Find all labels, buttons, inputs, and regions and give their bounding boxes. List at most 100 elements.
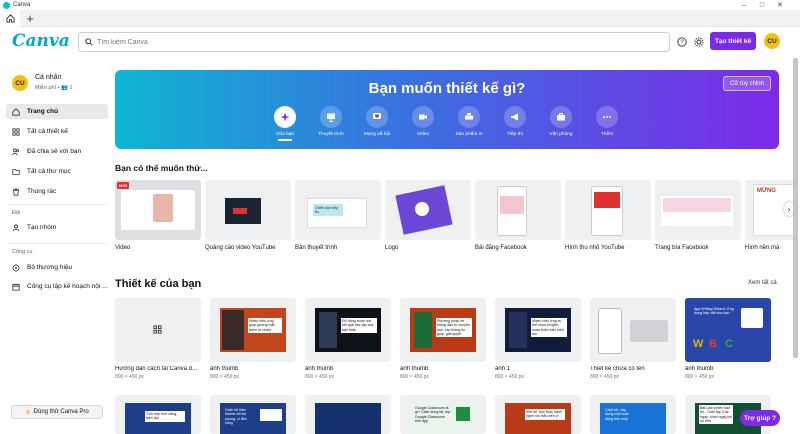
- category-marketing[interactable]: Tiếp thị: [490, 106, 540, 137]
- help-button[interactable]: Trợ giúp ?: [740, 410, 780, 426]
- design-card[interactable]: Hướng dẫn cách tải Canva đ... 800 × 450 …: [115, 298, 201, 380]
- design-size: 800 × 450 px: [590, 374, 620, 380]
- suggest-card-presentation[interactable]: Chiến dịch tiếp thị Bản thuyết trình: [295, 180, 381, 251]
- custom-size-button[interactable]: Cỡ tùy chỉnh: [723, 76, 771, 91]
- design-name: Hướng dẫn cách tải Canva đ...: [115, 366, 197, 372]
- window-title: Canva: [13, 2, 31, 8]
- sidebar-item-all-designs[interactable]: Tất cả thiết kế: [6, 124, 108, 139]
- suggest-card-youtube-ad[interactable]: Quảng cáo video YouTube: [205, 180, 291, 251]
- design-name: ảnh thumb: [400, 366, 429, 372]
- grid-icon: [153, 325, 162, 334]
- category-label: Văn phòng: [549, 132, 573, 137]
- design-card[interactable]: Nhiều hiệu ứng cụ thể chọn chuyên, hoàn …: [495, 298, 581, 380]
- category-social-media[interactable]: Mạng xã hội: [352, 106, 402, 137]
- category-label: Mạng xã hội: [363, 132, 391, 137]
- grid-icon: [12, 127, 20, 136]
- suggest-card-youtube-thumbnail[interactable]: Hình thu nhỏ YouTube: [565, 180, 651, 251]
- search-input[interactable]: [97, 38, 597, 46]
- suggest-card-logo[interactable]: Logo: [385, 180, 471, 251]
- sidebar-divider: [8, 204, 106, 205]
- category-label: Tiếp thị: [507, 132, 523, 137]
- thumb-text: Bật Lam phiên bản tối - Tuần lập 3 lại n…: [699, 405, 733, 425]
- sidebar-item-label: Trang chủ: [27, 108, 59, 115]
- sidebar-item-content-planner[interactable]: Công cụ lập kế hoạch nội ...: [6, 279, 108, 294]
- sidebar-item-label: Thùng rác: [27, 188, 57, 195]
- suggest-label: Quảng cáo video YouTube: [205, 245, 276, 251]
- design-card[interactable]: Tích hợp tính năng hiện đại: [115, 395, 201, 434]
- design-card[interactable]: Phương pháp hệ thống đầu tư chuyên sâu, …: [400, 298, 486, 380]
- folder-icon: [12, 168, 20, 175]
- design-card[interactable]: Thiết kế chưa có tên 800 × 450 px: [590, 298, 676, 380]
- tools-section-label: Công cụ: [12, 249, 33, 255]
- new-tab-button[interactable]: +: [20, 10, 40, 27]
- suggest-card-wallpaper[interactable]: MỪNG Hình nền má: [745, 180, 793, 251]
- search-box[interactable]: [78, 32, 670, 52]
- suggest-thumb: Chiến dịch tiếp thị: [295, 180, 381, 240]
- design-size: 800 × 450 px: [400, 374, 430, 380]
- video-icon: [419, 114, 427, 120]
- thumb-text: Chiến dịch tiếp thị: [313, 204, 343, 216]
- design-card[interactable]: Đổ dòng zoom sót kết quả học tập của bản…: [305, 298, 391, 380]
- sidebar-item-folders[interactable]: Tất cả thư mục: [6, 164, 108, 179]
- canva-logo[interactable]: Canva: [12, 31, 70, 51]
- try-pro-button[interactable]: ♛ Dùng thử Canva Pro: [11, 405, 103, 419]
- megaphone-icon: [511, 113, 518, 121]
- sidebar-item-label: Công cụ lập kế hoạch nội ...: [27, 283, 108, 290]
- svg-text:?: ?: [680, 40, 684, 46]
- sidebar-item-brand-kit[interactable]: Bộ thương hiệu: [6, 260, 108, 275]
- minimize-icon[interactable]: –: [736, 0, 752, 10]
- category-label: Thuyết trình: [318, 132, 344, 137]
- suggest-label: Bản thuyết trình: [295, 245, 338, 251]
- category-office[interactable]: Văn phòng: [536, 106, 586, 137]
- team-section-label: Đội: [12, 210, 21, 216]
- sidebar-item-home[interactable]: Trang chủ: [6, 104, 108, 119]
- design-card[interactable]: Nhiều hiệu ứng giúp gương mặt thêm tự nh…: [210, 298, 296, 380]
- thumb-text: Phương pháp hệ thống đầu tư chuyên sâu, …: [436, 318, 472, 338]
- thumb-text: Tích hợp tính năng hiện đại: [145, 411, 185, 422]
- close-icon[interactable]: ✕: [772, 0, 788, 10]
- account-avatar[interactable]: CU: [12, 75, 28, 91]
- suggest-card-facebook-post[interactable]: Bài đăng Facebook: [475, 180, 561, 251]
- design-thumb: Nhiều hiệu ứng cụ thể chọn chuyên, hoàn …: [495, 298, 581, 362]
- sidebar-divider: [8, 243, 106, 244]
- canva-app-icon: [3, 1, 10, 9]
- sparkle-icon: [280, 112, 290, 122]
- help-circle-icon[interactable]: ?: [676, 36, 688, 48]
- team-icon: [12, 224, 20, 231]
- suggest-title: Bạn có thể muốn thử...: [115, 163, 208, 173]
- maximize-icon[interactable]: □: [754, 0, 770, 10]
- sidebar-item-create-team[interactable]: Tạo nhóm: [6, 220, 108, 235]
- scrollbar[interactable]: [793, 58, 798, 358]
- design-card[interactable]: Viết lợi, học thực hành nghe nói hiểu tr…: [495, 395, 581, 434]
- more-icon: [603, 116, 611, 118]
- create-design-button[interactable]: Tạo thiết kế: [710, 32, 756, 50]
- home-tab[interactable]: [0, 9, 20, 27]
- category-for-you[interactable]: Cho bạn: [260, 106, 310, 141]
- thumb-text: Viết lợi, học thực hành nghe nói hiểu tr…: [525, 409, 565, 420]
- category-video[interactable]: Video: [398, 106, 448, 137]
- category-print[interactable]: Sản phẩm in: [444, 106, 494, 137]
- thumb-text: Nhiều hiệu ứng giúp gương mặt thêm tự nh…: [248, 318, 282, 333]
- design-card[interactable]: Cách tôi, xây dựng một hoạt động trên má…: [590, 395, 676, 434]
- suggest-card-video[interactable]: MỚI Video: [115, 180, 201, 251]
- sidebar-item-shared[interactable]: Đã chia sẻ với bạn: [6, 144, 108, 159]
- avatar[interactable]: CU: [764, 33, 780, 49]
- hero-title: Bạn muốn thiết kế gì?: [368, 80, 526, 97]
- design-card[interactable]: Cách tối hiệu Mobile bổ trợ phong, vì lắ…: [210, 395, 296, 434]
- design-card[interactable]: Google Classroom là gì? Cách dùng tài, l…: [400, 395, 486, 434]
- account-name[interactable]: Cá nhân: [35, 74, 61, 81]
- gear-icon[interactable]: [693, 36, 705, 48]
- design-name: ảnh 1: [495, 366, 511, 372]
- see-all-link[interactable]: Xem tất cả: [748, 280, 777, 286]
- category-more[interactable]: Thêm: [582, 106, 632, 137]
- design-name: ảnh thumb: [210, 366, 239, 372]
- design-card[interactable]: [305, 395, 391, 434]
- suggest-card-facebook-cover[interactable]: Trang bìa Facebook: [655, 180, 741, 251]
- sidebar-item-trash[interactable]: Thùng rác: [6, 184, 108, 199]
- design-card[interactable]: App Writing Wizard: Ứng dụng hấp viết ch…: [685, 298, 771, 380]
- suggest-label: Hình thu nhỏ YouTube: [565, 245, 625, 251]
- suggest-thumb: [475, 180, 561, 240]
- brand-kit-icon: [12, 264, 20, 271]
- home-icon: [12, 107, 20, 116]
- category-presentations[interactable]: Thuyết trình: [306, 106, 356, 137]
